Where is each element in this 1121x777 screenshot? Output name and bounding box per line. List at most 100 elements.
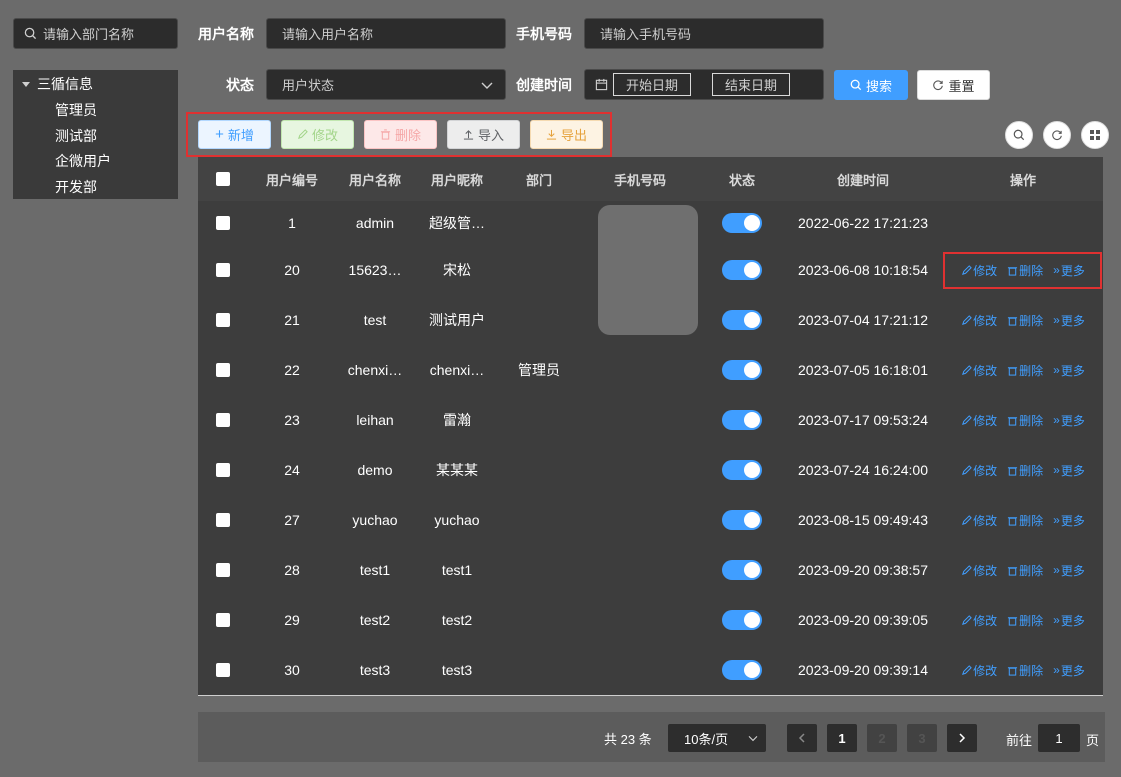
status-select[interactable]: 用户状态 bbox=[266, 69, 506, 100]
row-more-link[interactable]: » 更多 bbox=[1053, 662, 1085, 679]
row-more-link[interactable]: » 更多 bbox=[1053, 412, 1085, 429]
row-checkbox[interactable] bbox=[216, 313, 230, 327]
th-username: 用户名称 bbox=[348, 172, 401, 188]
row-delete-link[interactable]: 删除 bbox=[1007, 462, 1043, 479]
cell-username: admin bbox=[355, 215, 395, 231]
row-delete-label: 删除 bbox=[1019, 513, 1044, 528]
page-2[interactable]: 2 bbox=[867, 724, 897, 752]
status-switch[interactable] bbox=[722, 260, 762, 280]
row-delete-link[interactable]: 删除 bbox=[1007, 412, 1043, 429]
row-edit-link[interactable]: 修改 bbox=[961, 612, 997, 629]
row-delete-label: 删除 bbox=[1019, 413, 1044, 428]
cell-status bbox=[703, 545, 781, 595]
row-more-link[interactable]: » 更多 bbox=[1053, 312, 1085, 329]
row-delete-link[interactable]: 删除 bbox=[1007, 562, 1043, 579]
cell-status bbox=[703, 295, 781, 345]
row-more-link[interactable]: » 更多 bbox=[1053, 612, 1085, 629]
tree-item-admin[interactable]: 管理员 bbox=[55, 100, 97, 120]
row-more-label: 更多 bbox=[1060, 563, 1085, 578]
add-button[interactable]: + 新增 bbox=[198, 120, 271, 149]
edit-icon bbox=[962, 514, 972, 525]
goto-page-input[interactable]: 1 bbox=[1038, 724, 1080, 752]
row-edit-link[interactable]: 修改 bbox=[961, 362, 997, 379]
double-chevron-right-icon: » bbox=[1053, 563, 1060, 577]
export-button[interactable]: 导出 bbox=[530, 120, 603, 149]
delete-button[interactable]: 删除 bbox=[364, 120, 437, 149]
next-page-button[interactable] bbox=[947, 724, 977, 752]
row-edit-link[interactable]: 修改 bbox=[961, 562, 997, 579]
row-edit-link[interactable]: 修改 bbox=[961, 462, 997, 479]
tree-root[interactable]: 三循信息 bbox=[21, 74, 93, 94]
page-1[interactable]: 1 bbox=[827, 724, 857, 752]
row-checkbox[interactable] bbox=[216, 413, 230, 427]
phone-input[interactable]: 请输入手机号码 bbox=[584, 18, 824, 49]
status-switch[interactable] bbox=[722, 360, 762, 380]
row-edit-label: 修改 bbox=[973, 413, 998, 428]
search-button[interactable]: 搜索 bbox=[834, 70, 908, 100]
row-checkbox[interactable] bbox=[216, 513, 230, 527]
dept-search-input[interactable]: 请输入部门名称 bbox=[13, 18, 178, 49]
row-edit-link[interactable]: 修改 bbox=[961, 312, 997, 329]
cell-created: 2023-07-04 17:21:12 bbox=[798, 312, 928, 328]
status-switch[interactable] bbox=[722, 510, 762, 530]
columns-button[interactable] bbox=[1081, 121, 1109, 149]
status-switch[interactable] bbox=[722, 410, 762, 430]
status-switch[interactable] bbox=[722, 610, 762, 630]
cell-phone bbox=[590, 395, 690, 445]
tree-item-dev-dept[interactable]: 开发部 bbox=[55, 177, 97, 197]
row-delete-link[interactable]: 删除 bbox=[1007, 312, 1043, 329]
phone-placeholder: 请输入手机号码 bbox=[600, 27, 692, 42]
export-button-label: 导出 bbox=[560, 128, 587, 143]
row-more-link[interactable]: » 更多 bbox=[1053, 562, 1085, 579]
chevron-down-icon bbox=[748, 736, 758, 742]
row-checkbox[interactable] bbox=[216, 663, 230, 677]
row-checkbox[interactable] bbox=[216, 613, 230, 627]
status-switch[interactable] bbox=[722, 660, 762, 680]
cell-status bbox=[703, 445, 781, 495]
goto-prefix: 前往 bbox=[1006, 733, 1033, 748]
date-range-picker[interactable]: 开始日期 结束日期 bbox=[584, 69, 824, 100]
import-button[interactable]: 导入 bbox=[447, 120, 520, 149]
cell-dept bbox=[500, 245, 578, 295]
row-delete-link[interactable]: 删除 bbox=[1007, 362, 1043, 379]
row-edit-link[interactable]: 修改 bbox=[961, 512, 997, 529]
prev-page-button[interactable] bbox=[787, 724, 817, 752]
row-edit-link[interactable]: 修改 bbox=[961, 662, 997, 679]
row-checkbox[interactable] bbox=[216, 216, 230, 230]
row-more-link[interactable]: » 更多 bbox=[1053, 462, 1085, 479]
row-delete-label: 删除 bbox=[1019, 563, 1044, 578]
status-switch[interactable] bbox=[722, 310, 762, 330]
cell-created: 2023-09-20 09:39:14 bbox=[798, 662, 928, 678]
grid-icon bbox=[1090, 130, 1100, 140]
username-input[interactable]: 请输入用户名称 bbox=[266, 18, 506, 49]
cell-username: yuchao bbox=[352, 512, 398, 528]
tree-item-wecom-users[interactable]: 企微用户 bbox=[55, 151, 111, 171]
row-more-link[interactable]: » 更多 bbox=[1053, 512, 1085, 529]
row-delete-link[interactable]: 删除 bbox=[1007, 662, 1043, 679]
row-checkbox[interactable] bbox=[216, 563, 230, 577]
status-switch[interactable] bbox=[722, 213, 762, 233]
cell-dept bbox=[500, 495, 578, 545]
row-checkbox[interactable] bbox=[216, 263, 230, 277]
edit-button[interactable]: 修改 bbox=[281, 120, 354, 149]
select-all-checkbox[interactable] bbox=[216, 172, 230, 186]
cell-nickname: 某某某 bbox=[436, 462, 478, 478]
status-switch[interactable] bbox=[722, 560, 762, 580]
toggle-search-button[interactable] bbox=[1005, 121, 1033, 149]
row-delete-link[interactable]: 删除 bbox=[1007, 612, 1043, 629]
row-delete-link[interactable]: 删除 bbox=[1007, 512, 1043, 529]
row-edit-link[interactable]: 修改 bbox=[961, 412, 997, 429]
row-checkbox[interactable] bbox=[216, 463, 230, 477]
tree-item-test-dept[interactable]: 测试部 bbox=[55, 126, 97, 146]
row-more-link[interactable]: » 更多 bbox=[1053, 362, 1085, 379]
status-switch[interactable] bbox=[722, 460, 762, 480]
start-date-input[interactable]: 开始日期 bbox=[613, 73, 691, 96]
page-3[interactable]: 3 bbox=[907, 724, 937, 752]
reset-button[interactable]: 重置 bbox=[917, 70, 990, 100]
end-date-input[interactable]: 结束日期 bbox=[712, 73, 790, 96]
search-icon bbox=[24, 27, 37, 40]
page-size-select[interactable]: 10条/页 bbox=[668, 724, 766, 752]
row-checkbox[interactable] bbox=[216, 363, 230, 377]
refresh-button[interactable] bbox=[1043, 121, 1071, 149]
double-chevron-right-icon: » bbox=[1053, 463, 1060, 477]
